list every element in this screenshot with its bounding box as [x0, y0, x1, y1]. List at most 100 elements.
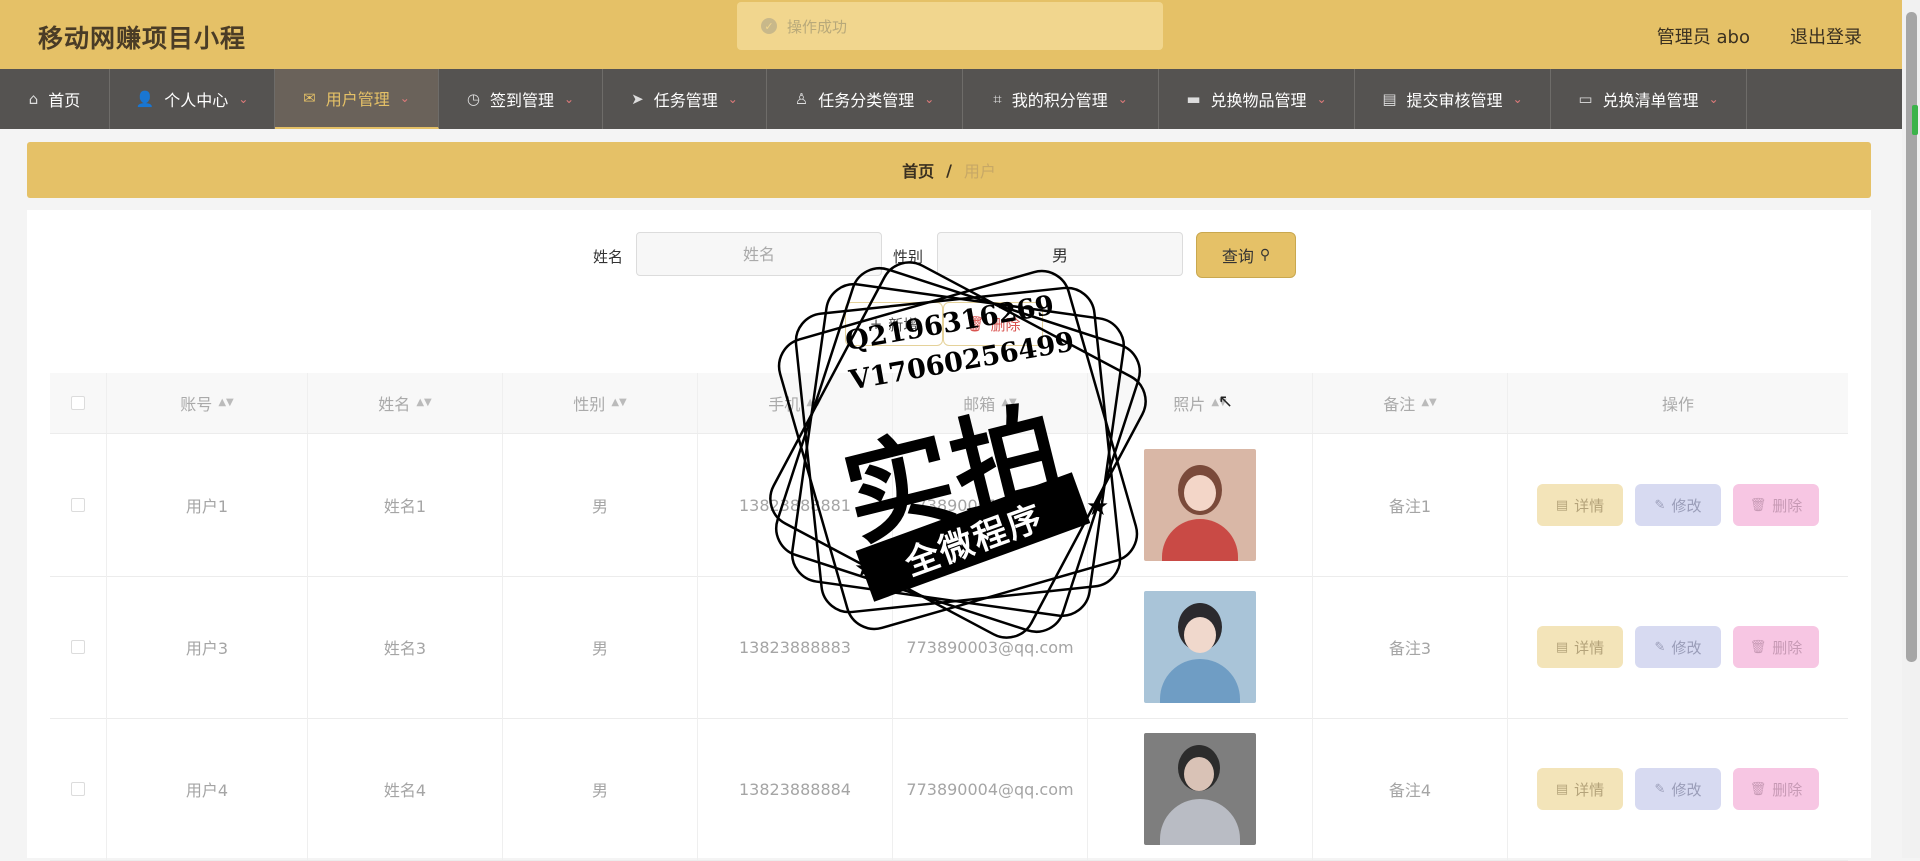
- select-all-checkbox[interactable]: [71, 396, 85, 410]
- edit-label: 修改: [1671, 638, 1702, 657]
- breadcrumb-separator: /: [946, 160, 952, 180]
- actions-cell: ▤ 详情 ✎ 修改 🗑 删除: [1508, 718, 1848, 860]
- nav-item-review-management[interactable]: ▤ 提交审核管理 ⌄: [1355, 69, 1551, 129]
- column-header-note[interactable]: 备注 ▲▼: [1313, 373, 1508, 433]
- detail-button[interactable]: ▤ 详情: [1537, 484, 1623, 526]
- chevron-down-icon: ⌄: [1512, 92, 1523, 106]
- mail-icon: ✉: [303, 89, 316, 107]
- trash-icon: 🗑: [1749, 781, 1767, 797]
- nav-item-points-management[interactable]: ⌗ 我的积分管理 ⌄: [963, 69, 1159, 129]
- chevron-down-icon: ⌄: [564, 92, 575, 106]
- sort-icon: ▲▼: [611, 397, 627, 408]
- detail-label: 详情: [1574, 780, 1605, 799]
- monitor-icon: ▭: [1578, 90, 1593, 108]
- nav-item-user-management[interactable]: ✉ 用户管理 ⌄: [275, 69, 439, 129]
- chevron-down-icon: ⌄: [924, 92, 935, 106]
- account-cell: 用户4: [107, 718, 308, 860]
- chevron-down-icon: ⌄: [727, 92, 738, 106]
- detail-button[interactable]: ▤ 详情: [1537, 768, 1623, 810]
- name-cell: 姓名4: [308, 718, 503, 860]
- user-photo: [1144, 733, 1256, 845]
- email-cell: 773890004@qq.com: [893, 718, 1088, 860]
- chevron-down-icon: ⌄: [399, 91, 410, 105]
- column-title: 备注: [1383, 395, 1416, 414]
- nav-label: 个人中心: [164, 91, 229, 110]
- nav-item-personal-center[interactable]: 👤 个人中心 ⌄: [110, 69, 275, 129]
- chevron-down-icon: ⌄: [1708, 92, 1719, 106]
- clipboard-icon: ▤: [1382, 90, 1397, 108]
- edit-button[interactable]: ✎ 修改: [1635, 768, 1721, 810]
- nav-item-home[interactable]: ⌂ 首页: [0, 69, 110, 129]
- name-label: 姓名: [593, 248, 624, 266]
- watermark-stamp: Q2196316269 V17060256499 实拍 全微程序 ★ ★: [756, 248, 1161, 653]
- sort-icon: ▲▼: [1421, 397, 1437, 408]
- nav-label: 用户管理: [325, 90, 390, 109]
- column-header-actions: 操作: [1508, 373, 1848, 433]
- delete-label: 删除: [1772, 780, 1803, 799]
- nav-item-task-management[interactable]: ➤ 任务管理 ⌄: [603, 69, 767, 129]
- gender-cell: 男: [503, 718, 698, 860]
- breadcrumb: 首页 / 用户: [27, 142, 1871, 198]
- note-cell: 备注1: [1313, 434, 1508, 576]
- pencil-icon: ✎: [1654, 781, 1666, 797]
- sort-icon: ▲▼: [416, 397, 432, 408]
- chevron-down-icon: ⌄: [1117, 92, 1128, 106]
- delete-button[interactable]: 🗑 删除: [1733, 484, 1819, 526]
- user-icon: 👤: [135, 90, 155, 108]
- account-cell: 用户1: [107, 434, 308, 576]
- phone-cell: 13823888884: [698, 718, 893, 860]
- detail-button[interactable]: ▤ 详情: [1537, 626, 1623, 668]
- actions-cell: ▤ 详情 ✎ 修改 🗑 删除: [1508, 434, 1848, 576]
- account-cell: 用户3: [107, 576, 308, 718]
- nav-item-checkin-management[interactable]: ◷ 签到管理 ⌄: [439, 69, 603, 129]
- row-select-cell: [50, 576, 107, 718]
- toast-message: 操作成功: [787, 17, 848, 36]
- name-cell: 姓名1: [308, 434, 503, 576]
- edit-button[interactable]: ✎ 修改: [1635, 484, 1721, 526]
- nav-label: 首页: [48, 91, 81, 110]
- row-checkbox[interactable]: [71, 782, 85, 796]
- chevron-down-icon: ⌄: [1316, 92, 1327, 106]
- delete-button[interactable]: 🗑 删除: [1733, 768, 1819, 810]
- row-checkbox[interactable]: [71, 498, 85, 512]
- select-all-cell: [50, 373, 107, 433]
- column-header-name[interactable]: 姓名 ▲▼: [308, 373, 503, 433]
- detail-label: 详情: [1574, 496, 1605, 515]
- delete-button[interactable]: 🗑 删除: [1733, 626, 1819, 668]
- row-checkbox[interactable]: [71, 640, 85, 654]
- photo-cell: [1088, 718, 1313, 860]
- query-button[interactable]: 查询 ⚲: [1196, 232, 1296, 278]
- main-nav: ⌂ 首页 👤 个人中心 ⌄ ✉ 用户管理 ⌄ ◷ 签到管理 ⌄ ➤ 任务管理 ⌄…: [0, 69, 1902, 129]
- edit-button[interactable]: ✎ 修改: [1635, 626, 1721, 668]
- breadcrumb-current: 用户: [963, 162, 996, 181]
- nav-label: 签到管理: [490, 91, 555, 110]
- scrollbar-marker: [1912, 105, 1918, 135]
- person-stamp-icon: ♙: [794, 90, 809, 108]
- check-circle-icon: ✓: [761, 18, 777, 34]
- star-icon: ★: [1086, 492, 1110, 522]
- page-scrollbar[interactable]: [1902, 0, 1920, 858]
- trash-icon: 🗑: [1749, 639, 1767, 655]
- table-row: 用户4 姓名4 男 13823888884 773890004@qq.com 备…: [50, 718, 1848, 861]
- delete-label: 删除: [1772, 496, 1803, 515]
- column-title: 操作: [1661, 395, 1694, 414]
- row-select-cell: [50, 434, 107, 576]
- mouse-cursor-icon: ↖: [1218, 391, 1234, 412]
- column-title: 性别: [573, 395, 606, 414]
- crop-icon: ⌗: [993, 90, 1002, 108]
- pencil-icon: ✎: [1654, 639, 1666, 655]
- nav-item-task-category-management[interactable]: ♙ 任务分类管理 ⌄: [767, 69, 963, 129]
- nav-item-exchange-list-management[interactable]: ▭ 兑换清单管理 ⌄: [1551, 69, 1747, 129]
- breadcrumb-home[interactable]: 首页: [902, 158, 934, 182]
- edit-label: 修改: [1671, 496, 1702, 515]
- logout-link[interactable]: 退出登录: [1790, 23, 1862, 49]
- column-header-gender[interactable]: 性别 ▲▼: [503, 373, 698, 433]
- app-title: 移动网赚项目小程: [38, 24, 247, 53]
- briefcase-icon: ▬: [1186, 90, 1201, 108]
- actions-cell: ▤ 详情 ✎ 修改 🗑 删除: [1508, 576, 1848, 718]
- column-header-account[interactable]: 账号 ▲▼: [107, 373, 308, 433]
- nav-label: 兑换物品管理: [1210, 91, 1307, 110]
- nav-item-exchange-goods-management[interactable]: ▬ 兑换物品管理 ⌄: [1159, 69, 1355, 129]
- home-icon: ⌂: [28, 90, 39, 108]
- row-select-cell: [50, 718, 107, 860]
